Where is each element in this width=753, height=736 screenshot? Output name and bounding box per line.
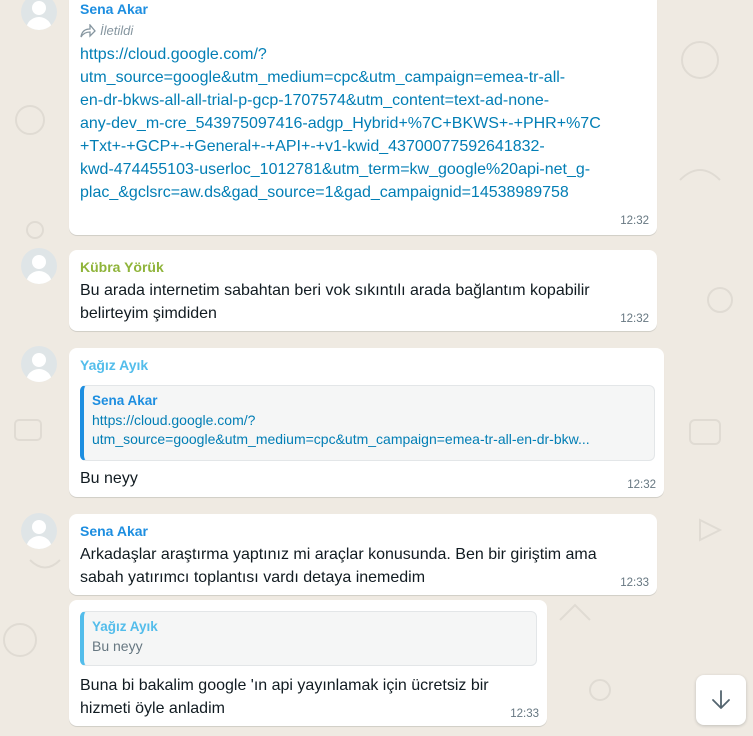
message-bubble-4[interactable]: Sena Akar Arkadaşlar araştırma yaptınız …	[69, 514, 657, 595]
avatar-head-shape	[32, 353, 46, 367]
text-line: sabah yatırımcı toplantısı vardı detaya …	[80, 569, 426, 586]
message-sender[interactable]: Sena Akar	[80, 1, 148, 17]
message-text: Arkadaşlar araştırma yaptınız mi araçlar…	[80, 543, 650, 589]
quoted-text: Bu neyy	[92, 637, 143, 656]
message-text: Bu arada internetim sabahtan beri vok sı…	[80, 279, 650, 325]
avatar-kubra-yoruk[interactable]	[21, 248, 57, 284]
quoted-line: utm_source=google&utm_medium=cpc&utm_cam…	[92, 431, 590, 447]
quoted-line: Bu neyy	[92, 638, 143, 654]
arrow-down-icon	[712, 690, 730, 709]
text-line: Arkadaşlar araştırma yaptınız mi araçlar…	[80, 546, 597, 563]
forwarded-text: İletildi	[100, 23, 134, 38]
message-time: 12:33	[620, 577, 649, 589]
forwarded-label: İletildi	[80, 23, 133, 38]
quoted-message[interactable]: Sena Akar https://cloud.google.com/? utm…	[80, 385, 655, 461]
message-time: 12:32	[620, 313, 649, 325]
message-bubble-2[interactable]: Kübra Yörük Bu arada internetim sabahtan…	[69, 250, 657, 331]
message-sender[interactable]: Yağız Ayık	[80, 357, 148, 373]
quoted-text: https://cloud.google.com/? utm_source=go…	[92, 411, 590, 449]
text-line: hizmeti öyle anladim	[80, 700, 225, 717]
quoted-sender: Sena Akar	[92, 393, 158, 408]
link-line[interactable]: plac_&gclsrc=aw.ds&gad_source=1&gad_camp…	[80, 181, 650, 204]
text-line: Bu arada internetim sabahtan beri vok sı…	[80, 282, 590, 299]
link-line[interactable]: en-dr-bkws-all-all-trial-p-gcp-1707574&u…	[80, 89, 650, 112]
message-bubble-5[interactable]: Yağız Ayık Bu neyy Buna bi bakalim googl…	[69, 600, 547, 726]
link-line[interactable]: utm_source=google&utm_medium=cpc&utm_cam…	[80, 66, 650, 89]
message-sender[interactable]: Sena Akar	[80, 523, 148, 539]
text-line: Buna bi bakalim google 'ın api yayınlama…	[80, 677, 489, 694]
avatar-yagiz-ayik[interactable]	[21, 346, 57, 382]
message-time: 12:32	[620, 215, 649, 227]
avatar-body-shape	[26, 17, 52, 30]
message-sender[interactable]: Kübra Yörük	[80, 259, 164, 275]
link-line[interactable]: https://cloud.google.com/?	[80, 43, 650, 66]
message-text: Buna bi bakalim google 'ın api yayınlama…	[80, 674, 540, 720]
forward-arrow-icon	[80, 23, 96, 38]
avatar-head-shape	[32, 255, 46, 269]
message-time: 12:33	[510, 708, 539, 720]
message-bubble-1[interactable]: Sena Akar İletildi https://cloud.google.…	[69, 0, 657, 235]
avatar-body-shape	[26, 369, 52, 382]
message-time: 12:32	[627, 479, 656, 491]
message-text: Bu neyy	[80, 470, 138, 487]
quoted-sender: Yağız Ayık	[92, 619, 158, 634]
link-line[interactable]: +Txt+-+GCP+-+General+-+API+-+v1-kwid_437…	[80, 135, 650, 158]
quoted-message[interactable]: Yağız Ayık Bu neyy	[80, 611, 537, 666]
quoted-line: https://cloud.google.com/?	[92, 412, 256, 428]
avatar-head-shape	[32, 520, 46, 534]
avatar-body-shape	[26, 271, 52, 284]
scroll-to-bottom-button[interactable]	[696, 675, 746, 725]
link-line[interactable]: kwd-474455103-userloc_1012781&utm_term=k…	[80, 158, 650, 181]
link-line[interactable]: any-dev_m-cre_543975097416-adgp_Hybrid+%…	[80, 112, 650, 135]
avatar-sena-akar[interactable]	[21, 513, 57, 549]
message-link[interactable]: https://cloud.google.com/? utm_source=go…	[80, 43, 650, 204]
message-bubble-3[interactable]: Yağız Ayık Sena Akar https://cloud.googl…	[69, 348, 664, 497]
avatar-head-shape	[32, 1, 46, 15]
avatar-body-shape	[26, 536, 52, 549]
text-line: belirteyim şimdiden	[80, 305, 217, 322]
